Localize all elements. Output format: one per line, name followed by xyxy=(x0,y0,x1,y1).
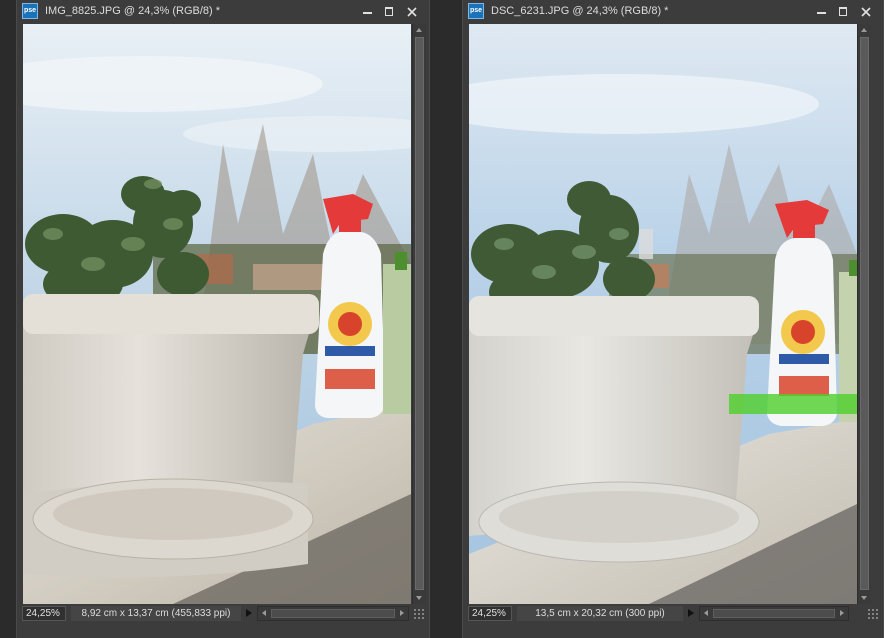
maximize-icon[interactable] xyxy=(379,3,401,21)
zoom-level-field[interactable]: 24,25% xyxy=(468,606,512,621)
triangle-right-icon[interactable] xyxy=(243,606,255,621)
window-controls xyxy=(811,3,877,21)
minimize-icon[interactable] xyxy=(357,3,379,21)
window-titlebar[interactable]: pse DSC_6231.JPG @ 24,3% (RGB/8) * xyxy=(463,0,883,23)
image-canvas[interactable] xyxy=(469,24,857,604)
document-window-right[interactable]: pse DSC_6231.JPG @ 24,3% (RGB/8) * 24,25… xyxy=(462,0,884,638)
scroll-right-icon[interactable] xyxy=(836,607,848,620)
photo-plant-pot xyxy=(23,24,411,604)
app-logo-icon: pse xyxy=(468,3,484,19)
app-logo-icon: pse xyxy=(22,3,38,19)
horizontal-scroll-thumb[interactable] xyxy=(713,609,835,618)
horizontal-scrollbar[interactable] xyxy=(257,606,409,621)
scroll-up-icon[interactable] xyxy=(858,24,871,36)
resize-grip-icon[interactable] xyxy=(413,608,425,620)
resize-grip-icon[interactable] xyxy=(867,608,879,620)
photo-plant-pot xyxy=(469,24,857,604)
scroll-thumb[interactable] xyxy=(415,37,424,590)
window-controls xyxy=(357,3,423,21)
close-icon[interactable] xyxy=(401,3,423,21)
triangle-right-icon[interactable] xyxy=(685,606,697,621)
zoom-level-field[interactable]: 24,25% xyxy=(22,606,66,621)
document-info: 8,92 cm x 13,37 cm (455,833 ppi) xyxy=(71,606,241,621)
scroll-up-icon[interactable] xyxy=(413,24,426,36)
scroll-down-icon[interactable] xyxy=(413,592,426,604)
scroll-down-icon[interactable] xyxy=(858,592,871,604)
scroll-right-icon[interactable] xyxy=(396,607,408,620)
vertical-scrollbar[interactable] xyxy=(412,24,426,604)
horizontal-scrollbar[interactable] xyxy=(699,606,849,621)
vertical-scrollbar[interactable] xyxy=(857,24,871,604)
status-bar: 24,25% 13,5 cm x 20,32 cm (300 ppi) xyxy=(463,605,883,623)
scroll-thumb[interactable] xyxy=(860,37,869,590)
window-title: IMG_8825.JPG @ 24,3% (RGB/8) * xyxy=(45,5,221,17)
document-window-left[interactable]: pse IMG_8825.JPG @ 24,3% (RGB/8) * 24,25… xyxy=(16,0,430,638)
minimize-icon[interactable] xyxy=(811,3,833,21)
horizontal-scroll-thumb[interactable] xyxy=(271,609,395,618)
status-bar: 24,25% 8,92 cm x 13,37 cm (455,833 ppi) xyxy=(17,605,429,623)
document-info: 13,5 cm x 20,32 cm (300 ppi) xyxy=(517,606,683,621)
scroll-left-icon[interactable] xyxy=(258,607,270,620)
maximize-icon[interactable] xyxy=(833,3,855,21)
scroll-left-icon[interactable] xyxy=(700,607,712,620)
image-canvas[interactable] xyxy=(23,24,411,604)
window-title: DSC_6231.JPG @ 24,3% (RGB/8) * xyxy=(491,5,669,17)
window-titlebar[interactable]: pse IMG_8825.JPG @ 24,3% (RGB/8) * xyxy=(17,0,429,23)
close-icon[interactable] xyxy=(855,3,877,21)
